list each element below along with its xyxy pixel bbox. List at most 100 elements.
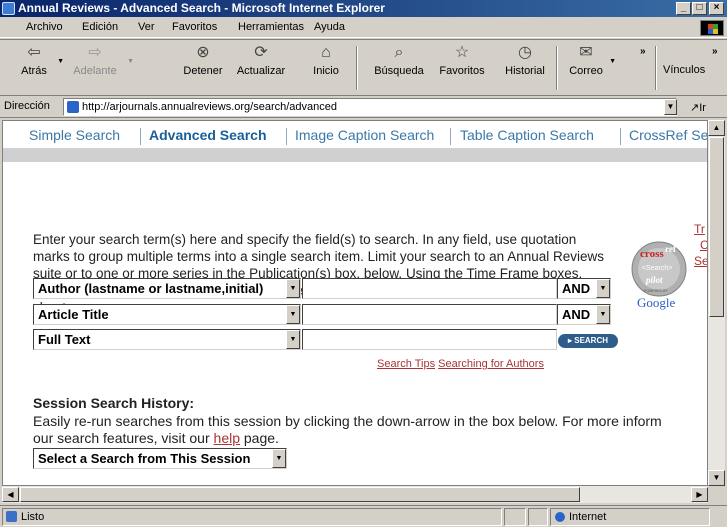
globe-icon (555, 512, 565, 522)
address-dropdown-button[interactable]: ▼ (664, 99, 677, 115)
history-button[interactable]: ◷ Historial (500, 44, 550, 90)
chevron-down-icon: ▼ (272, 449, 286, 468)
status-bar: Listo Internet (0, 505, 727, 527)
menu-edicion[interactable]: Edición (82, 21, 118, 33)
address-input[interactable]: http://arjournals.annualreviews.org/sear… (63, 98, 677, 116)
side-link-2[interactable]: C (694, 237, 707, 253)
minimize-button[interactable]: _ (676, 2, 691, 15)
field-select-2[interactable]: Article Title ▼ (33, 304, 301, 325)
links-overflow-chevron[interactable]: » (712, 46, 718, 57)
logo-text-google: Google (637, 295, 676, 310)
tab-image-caption-search[interactable]: Image Caption Search (295, 127, 434, 143)
scroll-corner (708, 486, 725, 503)
search-term-input-3[interactable] (302, 329, 557, 350)
back-button[interactable]: ⇦ Atrás ▼ (14, 44, 64, 90)
history-icon: ◷ (518, 44, 532, 61)
stop-button[interactable]: ⊗ Detener (176, 44, 230, 90)
forward-arrow-icon: ⇨ (88, 44, 102, 61)
scroll-up-button[interactable]: ▲ (708, 120, 725, 136)
logo-text-cross: cross (640, 248, 664, 260)
chevron-down-icon: ▼ (596, 305, 610, 324)
scroll-left-button[interactable]: ◀ (2, 487, 19, 502)
search-tabs: Simple Search Advanced Search Image Capt… (3, 121, 707, 149)
page-content: Simple Search Advanced Search Image Capt… (2, 120, 708, 486)
close-button[interactable]: × (709, 2, 724, 15)
logo-text-search: <Search> (642, 265, 672, 272)
go-button[interactable]: ↗Ir (690, 101, 706, 114)
chevron-down-icon: ▼ (286, 305, 300, 324)
history-heading: Session Search History: (33, 395, 195, 411)
logo-text-ref: ref (665, 244, 677, 254)
menu-herramientas[interactable]: Herramientas (238, 21, 304, 33)
address-url: http://arjournals.annualreviews.org/sear… (82, 101, 337, 113)
search-help-links: Search Tips Searching for Authors (377, 358, 544, 370)
side-link-1[interactable]: Tr (694, 221, 707, 237)
tab-divider (286, 128, 287, 145)
chevron-down-icon: ▼ (596, 279, 610, 298)
logo-text-powered: POWERED BY (644, 289, 668, 293)
page-icon (67, 101, 79, 113)
field-select-1[interactable]: Author (lastname or lastname,initial) ▼ (33, 278, 301, 299)
favorites-icon: ☆ (454, 44, 470, 61)
chevron-down-icon: ▼ (286, 279, 300, 298)
title-bar: Annual Reviews - Advanced Search - Micro… (0, 0, 727, 17)
search-tips-link[interactable]: Search Tips (377, 358, 435, 370)
history-description: Easily re-run searches from this session… (33, 413, 662, 446)
field-select-3[interactable]: Full Text ▼ (33, 329, 301, 350)
toolbar-separator (556, 46, 558, 90)
page-status-icon (6, 511, 17, 522)
ie-logo-icon (2, 2, 15, 15)
forward-button[interactable]: ⇨ Adelante ▼ (66, 44, 134, 90)
search-submit-button[interactable]: ▸ SEARCH (558, 334, 618, 348)
logo-text-pilot: pilot (645, 275, 663, 285)
mail-button[interactable]: ✉ Correo ▼ (566, 44, 616, 90)
home-icon: ⌂ (321, 44, 331, 61)
address-label: Dirección (4, 100, 50, 112)
tab-crossref-search[interactable]: CrossRef Se (629, 127, 707, 143)
horizontal-scroll-thumb[interactable] (20, 487, 580, 502)
search-term-input-2[interactable] (302, 304, 557, 325)
side-link-3[interactable]: Se (694, 253, 707, 269)
crossref-google-logo: cross ref <Search> pilot POWERED BY Goog… (629, 225, 689, 325)
tab-table-caption-search[interactable]: Table Caption Search (460, 127, 594, 143)
tab-underline-band (3, 149, 707, 162)
menu-bar: Archivo Edición Ver Favoritos Herramient… (0, 17, 727, 38)
refresh-button[interactable]: ⟳ Actualizar (228, 44, 294, 90)
menu-ver[interactable]: Ver (138, 21, 155, 33)
scroll-down-button[interactable]: ▼ (708, 470, 725, 486)
searching-authors-link[interactable]: Searching for Authors (438, 358, 544, 370)
operator-select-1[interactable]: AND ▼ (557, 278, 611, 299)
toolbar-separator (655, 46, 657, 90)
search-button[interactable]: ⌕ Búsqueda (368, 44, 430, 90)
side-links: Tr C Se (694, 221, 707, 269)
vertical-scroll-thumb[interactable] (709, 137, 724, 317)
mail-icon: ✉ (579, 44, 593, 61)
window-title: Annual Reviews - Advanced Search - Micro… (18, 1, 385, 15)
maximize-button[interactable]: □ (692, 2, 707, 15)
search-icon: ⌕ (394, 44, 404, 61)
refresh-icon: ⟳ (254, 44, 268, 61)
search-term-input-1[interactable] (302, 278, 557, 299)
status-panel (528, 508, 548, 526)
status-text-panel: Listo (2, 508, 502, 526)
links-button[interactable]: Vínculos (663, 64, 705, 76)
session-search-select[interactable]: Select a Search from This Session ▼ (33, 448, 287, 469)
tab-advanced-search[interactable]: Advanced Search (149, 127, 267, 143)
operator-select-2[interactable]: AND ▼ (557, 304, 611, 325)
toolbar: ⇦ Atrás ▼ ⇨ Adelante ▼ ⊗ Detener ⟳ Actualizar … (0, 39, 727, 96)
scroll-right-button[interactable]: ▶ (691, 487, 708, 502)
stop-icon: ⊗ (196, 44, 210, 61)
chevron-down-icon: ▼ (286, 330, 300, 349)
home-button[interactable]: ⌂ Inicio (306, 44, 346, 90)
favorites-button[interactable]: ☆ Favoritos (433, 44, 491, 90)
tab-divider (140, 128, 141, 145)
go-arrow-icon: ↗ (690, 102, 700, 114)
tab-simple-search[interactable]: Simple Search (29, 127, 120, 143)
toolbar-overflow-chevron[interactable]: » (640, 46, 646, 57)
menu-favoritos[interactable]: Favoritos (172, 21, 217, 33)
menu-archivo[interactable]: Archivo (26, 21, 63, 33)
status-panel (504, 508, 526, 526)
windows-flag-icon (700, 20, 724, 36)
menu-ayuda[interactable]: Ayuda (314, 21, 345, 33)
help-link[interactable]: help (214, 430, 240, 446)
